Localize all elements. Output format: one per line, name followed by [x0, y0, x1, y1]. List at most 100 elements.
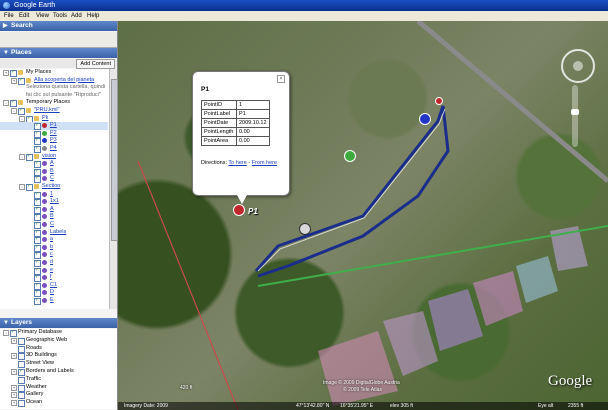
navigation-compass[interactable]: [561, 49, 595, 83]
places-tree-item[interactable]: - vision: [0, 153, 108, 161]
places-tree-item[interactable]: - Pk: [0, 115, 108, 123]
places-panel-header[interactable]: ▼ Places: [0, 48, 117, 58]
places-tree-item[interactable]: Labels: [0, 229, 108, 237]
item-label: Gallery: [26, 391, 44, 398]
places-tree-item[interactable]: A: [0, 206, 108, 214]
map-view[interactable]: P1 × P1 PointID 1 PointLabel P1 PointDate 2…: [118, 21, 608, 410]
vision-polygon[interactable]: [318, 331, 398, 406]
layer-item[interactable]: Roads: [0, 345, 108, 353]
scrollbar-thumb[interactable]: [111, 79, 118, 241]
places-tree-item[interactable]: b: [0, 244, 108, 252]
vision-polygon[interactable]: [516, 256, 558, 303]
places-tree-item[interactable]: C: [0, 221, 108, 229]
item-label: d: [50, 259, 54, 265]
places-tree-item[interactable]: + My Places: [0, 69, 108, 77]
menu-edit[interactable]: Edit: [19, 11, 29, 21]
places-tree-item[interactable]: C1: [0, 282, 108, 290]
places-tree-item[interactable]: + Alla scoperta del pianeta: [0, 77, 108, 85]
places-tree-item[interactable]: - "PRU.kml": [0, 107, 108, 115]
expand-icon[interactable]: +: [3, 70, 9, 76]
placemark-p2[interactable]: [344, 150, 356, 162]
purple-dot-icon: [42, 206, 47, 212]
item-label: A: [50, 160, 54, 167]
zoom-slider[interactable]: [571, 85, 579, 147]
menu-help[interactable]: Help: [87, 11, 99, 21]
places-tree-item[interactable]: P3: [0, 137, 108, 146]
visibility-checkbox[interactable]: [34, 297, 41, 305]
expand-icon[interactable]: +: [11, 353, 17, 360]
places-tree-item[interactable]: C: [0, 175, 108, 184]
expand-icon[interactable]: +: [11, 369, 17, 375]
expand-icon[interactable]: +: [11, 337, 17, 344]
places-scrollbar[interactable]: [109, 69, 118, 309]
placemark-vertex[interactable]: [435, 97, 443, 105]
layer-item[interactable]: + Weather: [0, 384, 108, 392]
placemark-p3[interactable]: [419, 113, 431, 125]
places-tree-item[interactable]: P1: [0, 122, 108, 131]
places-tree-item[interactable]: A: [0, 160, 108, 169]
places-tree-item[interactable]: f: [0, 274, 108, 283]
close-icon[interactable]: ×: [277, 75, 285, 83]
add-content-button[interactable]: Add Content: [76, 59, 115, 69]
menu-file[interactable]: File: [4, 11, 14, 21]
attr-key: PointID: [201, 100, 237, 110]
layer-item[interactable]: + Geographic Web: [0, 337, 108, 345]
places-tree-item[interactable]: E: [0, 297, 108, 305]
placemark-p4[interactable]: [299, 223, 311, 235]
layer-item[interactable]: + Ocean: [0, 399, 108, 408]
places-tree-item[interactable]: e: [0, 267, 108, 275]
expand-icon[interactable]: +: [11, 77, 17, 84]
places-tree-item[interactable]: 1: [0, 191, 108, 199]
menu-add[interactable]: Add: [71, 11, 82, 21]
imagery-date: Imagery Date: 2009: [124, 403, 168, 409]
layer-item[interactable]: Street View: [0, 360, 108, 369]
places-tree-item[interactable]: 1x1: [0, 198, 108, 207]
layer-item[interactable]: + Borders and Labels: [0, 368, 108, 376]
collapse-icon[interactable]: -: [19, 184, 25, 190]
vision-polygon[interactable]: [428, 289, 483, 351]
placemark-p1[interactable]: [233, 204, 245, 216]
places-tree-item[interactable]: - Temporary Places: [0, 99, 108, 108]
folder-icon: [34, 115, 39, 121]
layer-item[interactable]: Traffic: [0, 376, 108, 384]
item-label: B: [50, 167, 54, 174]
places-tree-item[interactable]: B: [0, 213, 108, 222]
places-tree-item[interactable]: a: [0, 236, 108, 245]
search-panel-header[interactable]: ▶ Search: [0, 21, 117, 31]
layer-item[interactable]: +3D Buildings: [0, 352, 108, 361]
layer-item[interactable]: - Primary Database: [0, 329, 108, 337]
places-tree-item[interactable]: d: [0, 259, 108, 267]
item-label: P3: [50, 137, 57, 144]
layer-item[interactable]: + Gallery: [0, 391, 108, 400]
places-tree-item[interactable]: P2: [0, 130, 108, 138]
expand-icon[interactable]: +: [11, 400, 17, 407]
from-here-link[interactable]: From here: [252, 160, 277, 166]
places-tree-item[interactable]: Seleziona questa cartella, quindi: [0, 84, 108, 92]
places-tree-item[interactable]: c: [0, 251, 108, 260]
layers-panel-header[interactable]: ▼ Layers: [0, 318, 117, 328]
expand-icon[interactable]: +: [11, 384, 17, 391]
item-label: Temporary Places: [26, 99, 71, 106]
places-tree-item[interactable]: D: [0, 289, 108, 298]
collapse-icon[interactable]: -: [19, 115, 25, 122]
collapse-icon[interactable]: -: [11, 108, 17, 114]
collapse-icon[interactable]: -: [3, 330, 9, 336]
vision-polygon[interactable]: [383, 311, 438, 376]
to-here-link[interactable]: To here: [228, 160, 246, 166]
menu-view[interactable]: View: [36, 11, 49, 21]
menu-tools[interactable]: Tools: [53, 11, 67, 21]
expand-icon[interactable]: +: [11, 392, 17, 399]
vision-polygon[interactable]: [473, 271, 523, 326]
purple-dot-icon: [42, 244, 47, 250]
places-tree-item[interactable]: fai clic sul pulsante "Riproduci": [0, 92, 108, 100]
attr-key: PointArea: [201, 136, 237, 146]
purple-dot-icon: [42, 290, 47, 296]
collapse-icon[interactable]: -: [3, 100, 9, 107]
collapse-icon[interactable]: -: [19, 153, 25, 160]
places-tree-item[interactable]: B: [0, 168, 108, 176]
places-tree-item[interactable]: - Section: [0, 183, 108, 191]
folder-icon: [26, 108, 31, 113]
road: [416, 21, 608, 183]
visibility-checkbox[interactable]: [18, 400, 25, 408]
places-tree-item[interactable]: P4: [0, 145, 108, 153]
